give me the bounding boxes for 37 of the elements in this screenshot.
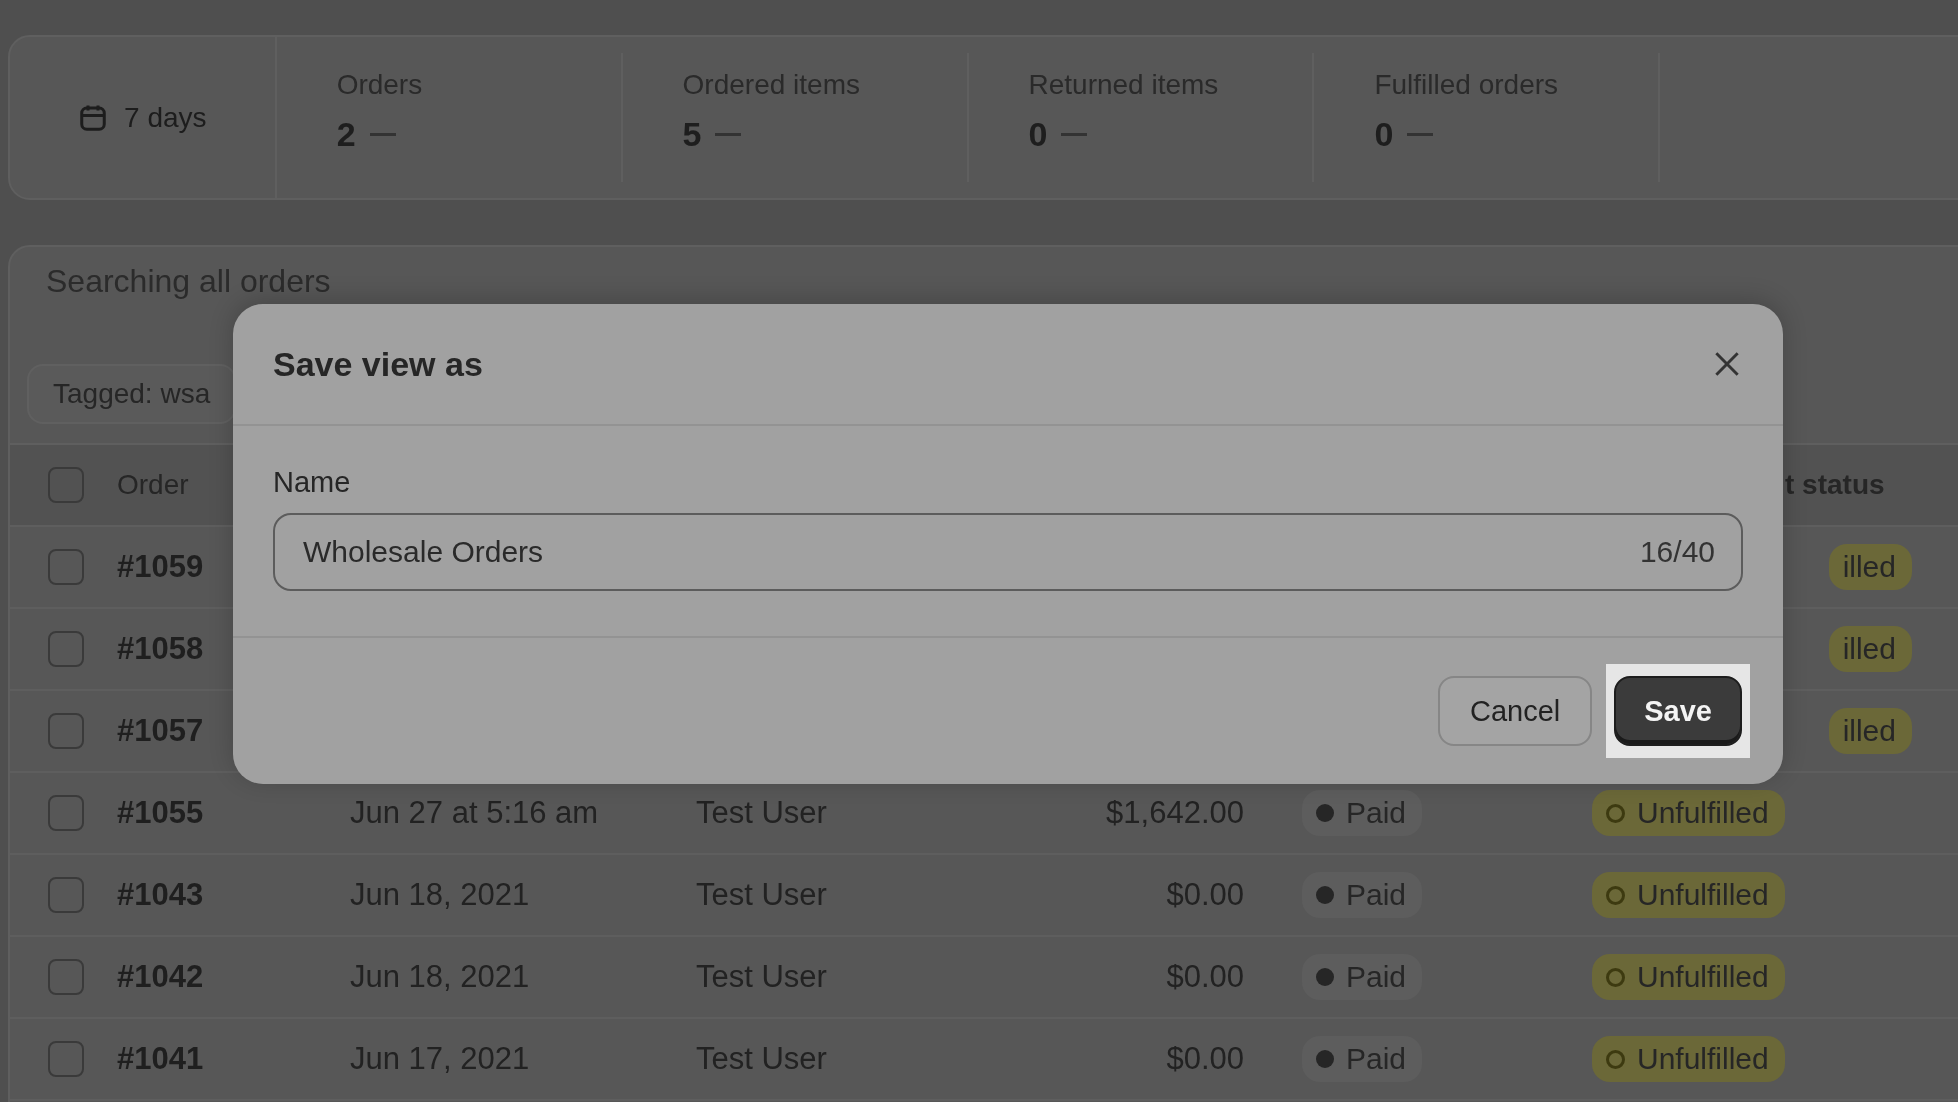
order-number[interactable]: #1055 [117, 795, 350, 831]
trend-dash-icon [715, 133, 742, 136]
select-all-checkbox[interactable] [47, 467, 84, 503]
row-checkbox[interactable] [47, 549, 84, 585]
metric-value: 2 [336, 115, 356, 154]
payment-status-badge: Paid [1302, 872, 1423, 918]
fulfillment-status-badge: Unfulfilled [1592, 790, 1785, 836]
dialog-title: Save view as [273, 344, 483, 384]
fulfillment-status-badge: Unfulfilled [1592, 1036, 1785, 1082]
payment-status-badge: Paid [1302, 790, 1423, 836]
save-button[interactable]: Save [1614, 676, 1742, 746]
character-counter: 16/40 [1639, 535, 1715, 569]
row-checkbox[interactable] [47, 1041, 84, 1077]
payment-status-badge: Paid [1302, 954, 1423, 1000]
row-checkbox[interactable] [47, 631, 84, 667]
row-checkbox[interactable] [47, 795, 84, 831]
date-range-button[interactable]: 7 days [10, 37, 277, 198]
field-label: Name [273, 466, 352, 499]
payment-status-badge: Paid [1302, 1036, 1423, 1082]
fulfillment-status-badge: Unfulfilled [1592, 872, 1785, 918]
fulfillment-status-badge: illed [1828, 626, 1912, 672]
trend-dash-icon [1407, 133, 1434, 136]
order-number[interactable]: #1041 [117, 1041, 350, 1077]
fulfillment-status-badge: illed [1828, 708, 1912, 754]
order-number[interactable]: #1042 [117, 959, 350, 995]
trend-dash-icon [369, 133, 396, 136]
row-checkbox[interactable] [47, 959, 84, 995]
row-checkbox[interactable] [47, 713, 84, 749]
metric-value: 5 [682, 115, 702, 154]
fulfillment-status-badge: illed [1828, 544, 1912, 590]
order-number[interactable]: #1043 [117, 877, 350, 913]
metric-value: 0 [1028, 115, 1048, 154]
metric-value: 0 [1374, 115, 1394, 154]
trend-dash-icon [1061, 133, 1088, 136]
cancel-button[interactable]: Cancel [1438, 676, 1593, 746]
fulfillment-status-badge: Unfulfilled [1592, 954, 1785, 1000]
row-checkbox[interactable] [47, 877, 84, 913]
